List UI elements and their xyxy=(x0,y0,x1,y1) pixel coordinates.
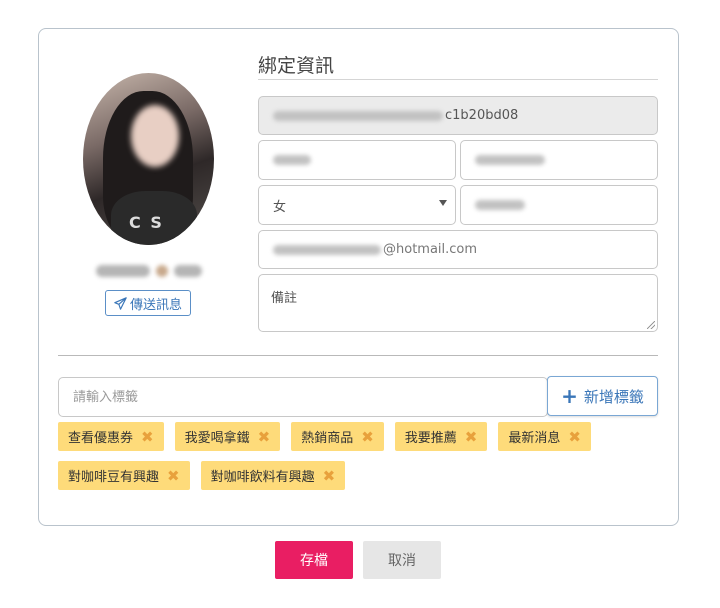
name-field[interactable] xyxy=(258,140,456,180)
blurred-username xyxy=(83,263,214,279)
tag-list: 查看優惠券 ✖ 我愛喝拿鐵 ✖ 熱銷商品 ✖ 我要推薦 ✖ 最新消息 ✖ 對咖啡… xyxy=(58,422,658,490)
send-message-button[interactable]: 傳送訊息 xyxy=(105,290,191,316)
user-id-suffix: c1b20bd08 xyxy=(445,108,519,123)
tag-item: 熱銷商品 ✖ xyxy=(291,422,384,451)
tag-item: 我要推薦 ✖ xyxy=(394,422,488,451)
email-suffix: @hotmail.com xyxy=(383,242,478,257)
paper-plane-icon xyxy=(114,296,127,310)
note-textarea[interactable]: 備註 xyxy=(258,274,658,332)
tag-item: 我愛喝拿鐵 ✖ xyxy=(174,422,281,451)
tag-item: 對咖啡豆有興趣 ✖ xyxy=(58,461,190,490)
add-tag-label: 新增標籤 xyxy=(583,387,644,406)
tag-label: 我愛喝拿鐵 xyxy=(184,431,250,446)
section-title: 綁定資訊 xyxy=(258,55,335,77)
remove-tag-icon[interactable]: ✖ xyxy=(465,428,478,446)
tag-label: 對咖啡飲料有興趣 xyxy=(210,470,315,485)
cancel-button[interactable]: 取消 xyxy=(363,541,441,579)
user-id-field: c1b20bd08 xyxy=(258,96,658,135)
avatar: C S xyxy=(83,73,214,245)
tag-label: 熱銷商品 xyxy=(301,431,354,446)
gender-select[interactable]: 女 xyxy=(258,185,456,225)
remove-tag-icon[interactable]: ✖ xyxy=(167,467,180,485)
tag-label: 查看優惠券 xyxy=(68,431,134,446)
add-tag-button[interactable]: + 新增標籤 xyxy=(547,376,658,416)
phone-field[interactable] xyxy=(460,185,658,225)
section-divider xyxy=(58,355,658,356)
send-message-label: 傳送訊息 xyxy=(129,297,182,313)
save-button[interactable]: 存檔 xyxy=(275,541,353,579)
resize-handle-icon[interactable] xyxy=(647,321,655,329)
tag-item: 查看優惠券 ✖ xyxy=(58,422,164,451)
note-text: 備註 xyxy=(271,291,298,306)
tag-label: 最新消息 xyxy=(508,431,561,446)
binding-card: C S 傳送訊息 綁定資訊 c1b20bd08 女 @hotmail.com 備… xyxy=(38,28,679,526)
email-field[interactable]: @hotmail.com xyxy=(258,230,658,269)
gender-value: 女 xyxy=(273,199,287,215)
remove-tag-icon[interactable]: ✖ xyxy=(568,428,581,446)
remove-tag-icon[interactable]: ✖ xyxy=(361,428,374,446)
tag-input[interactable] xyxy=(58,377,548,417)
chevron-down-icon xyxy=(439,200,447,206)
tag-item: 最新消息 ✖ xyxy=(498,422,591,451)
remove-tag-icon[interactable]: ✖ xyxy=(323,467,336,485)
tag-label: 我要推薦 xyxy=(404,431,457,446)
remove-tag-icon[interactable]: ✖ xyxy=(141,428,154,446)
tag-item: 對咖啡飲料有興趣 ✖ xyxy=(200,461,346,490)
tag-label: 對咖啡豆有興趣 xyxy=(68,470,160,485)
title-divider xyxy=(258,79,658,80)
remove-tag-icon[interactable]: ✖ xyxy=(258,428,271,446)
plus-icon: + xyxy=(561,384,578,408)
birthday-field[interactable] xyxy=(460,140,658,180)
